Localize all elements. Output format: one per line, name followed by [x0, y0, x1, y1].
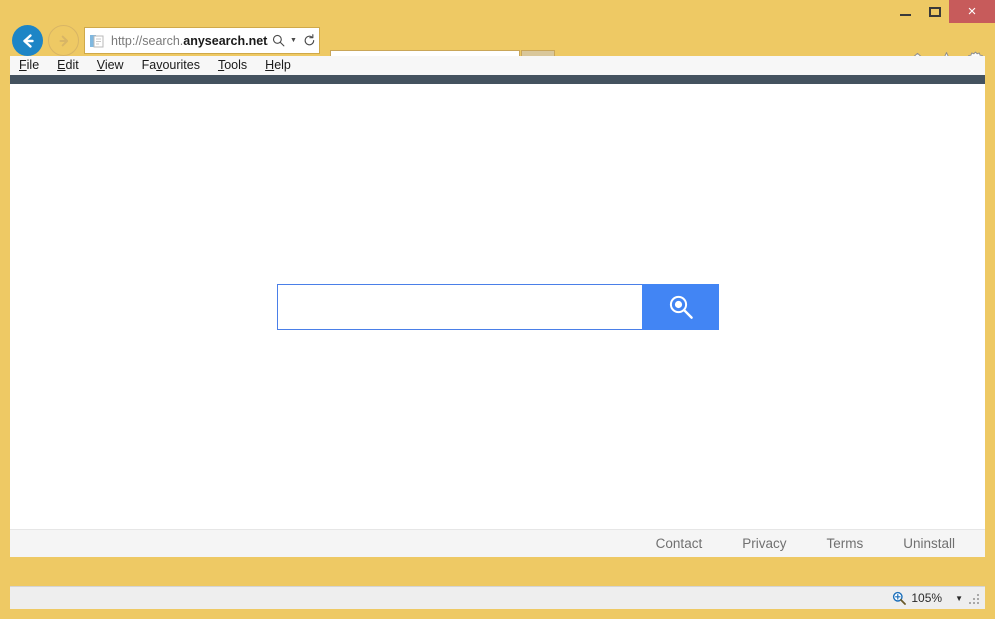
search-magnifier-icon — [666, 292, 696, 322]
menu-bar: File Edit View Favourites Tools Help — [10, 56, 985, 75]
close-button[interactable]: × — [949, 0, 995, 23]
menu-accel: V — [97, 58, 105, 72]
maximize-button[interactable] — [920, 0, 949, 23]
back-button[interactable] — [12, 25, 43, 56]
menu-rest: iew — [105, 58, 124, 72]
menu-rest: dit — [66, 58, 79, 72]
minimize-icon — [900, 14, 911, 16]
menu-item-favourites[interactable]: Favourites — [133, 56, 209, 75]
page-icon — [89, 33, 105, 49]
page-top-divider — [10, 75, 985, 84]
close-icon: × — [968, 4, 977, 19]
menu-rest: ools — [224, 58, 247, 72]
menu-accel: E — [57, 58, 65, 72]
minimize-button[interactable] — [891, 0, 920, 23]
menu-accel: F — [19, 58, 27, 72]
search-form — [277, 284, 719, 330]
resize-grip-icon[interactable] — [969, 592, 982, 605]
address-bar[interactable]: http://search.anysearch.net/ ▼ — [84, 27, 320, 54]
zoom-level-label: 105% — [911, 591, 942, 605]
back-arrow-icon — [19, 32, 37, 50]
search-input[interactable] — [277, 284, 642, 330]
menu-rest: ile — [27, 58, 40, 72]
menu-rest: ourites — [162, 58, 200, 72]
page-content: Contact Privacy Terms Uninstall — [10, 84, 985, 557]
menu-item-tools[interactable]: Tools — [209, 56, 256, 75]
maximize-icon — [929, 7, 941, 17]
footer-link-terms[interactable]: Terms — [826, 536, 863, 551]
window-controls: × — [891, 0, 995, 23]
address-bar-url: http://search.anysearch.net/ — [111, 34, 268, 48]
search-submit-button[interactable] — [642, 284, 719, 330]
url-domain: anysearch.net — [183, 34, 267, 48]
menu-item-edit[interactable]: Edit — [48, 56, 88, 75]
footer-link-uninstall[interactable]: Uninstall — [903, 536, 955, 551]
title-bar: × — [0, 0, 995, 23]
footer-link-privacy[interactable]: Privacy — [742, 536, 786, 551]
navigation-row: http://search.anysearch.net/ ▼ — [0, 23, 995, 58]
browser-window: × — [0, 0, 995, 619]
forward-arrow-icon — [56, 33, 72, 49]
menu-accel: H — [265, 58, 274, 72]
zoom-in-icon — [892, 591, 906, 605]
search-icon[interactable] — [268, 27, 288, 54]
menu-item-view[interactable]: View — [88, 56, 133, 75]
menu-item-help[interactable]: Help — [256, 56, 300, 75]
url-prefix: http://search. — [111, 34, 183, 48]
browser-status-bar: 105% ▼ — [10, 586, 985, 609]
zoom-dropdown-caret-icon[interactable]: ▼ — [955, 594, 963, 603]
forward-button[interactable] — [48, 25, 79, 56]
footer-link-contact[interactable]: Contact — [656, 536, 703, 551]
zoom-indicator[interactable]: 105% ▼ — [892, 591, 963, 605]
chevron-down-icon[interactable]: ▼ — [288, 27, 299, 54]
page-footer: Contact Privacy Terms Uninstall — [10, 529, 985, 557]
menu-pre: Fa — [142, 58, 157, 72]
menu-rest: elp — [274, 58, 291, 72]
menu-item-file[interactable]: File — [10, 56, 48, 75]
refresh-icon[interactable] — [299, 27, 319, 54]
